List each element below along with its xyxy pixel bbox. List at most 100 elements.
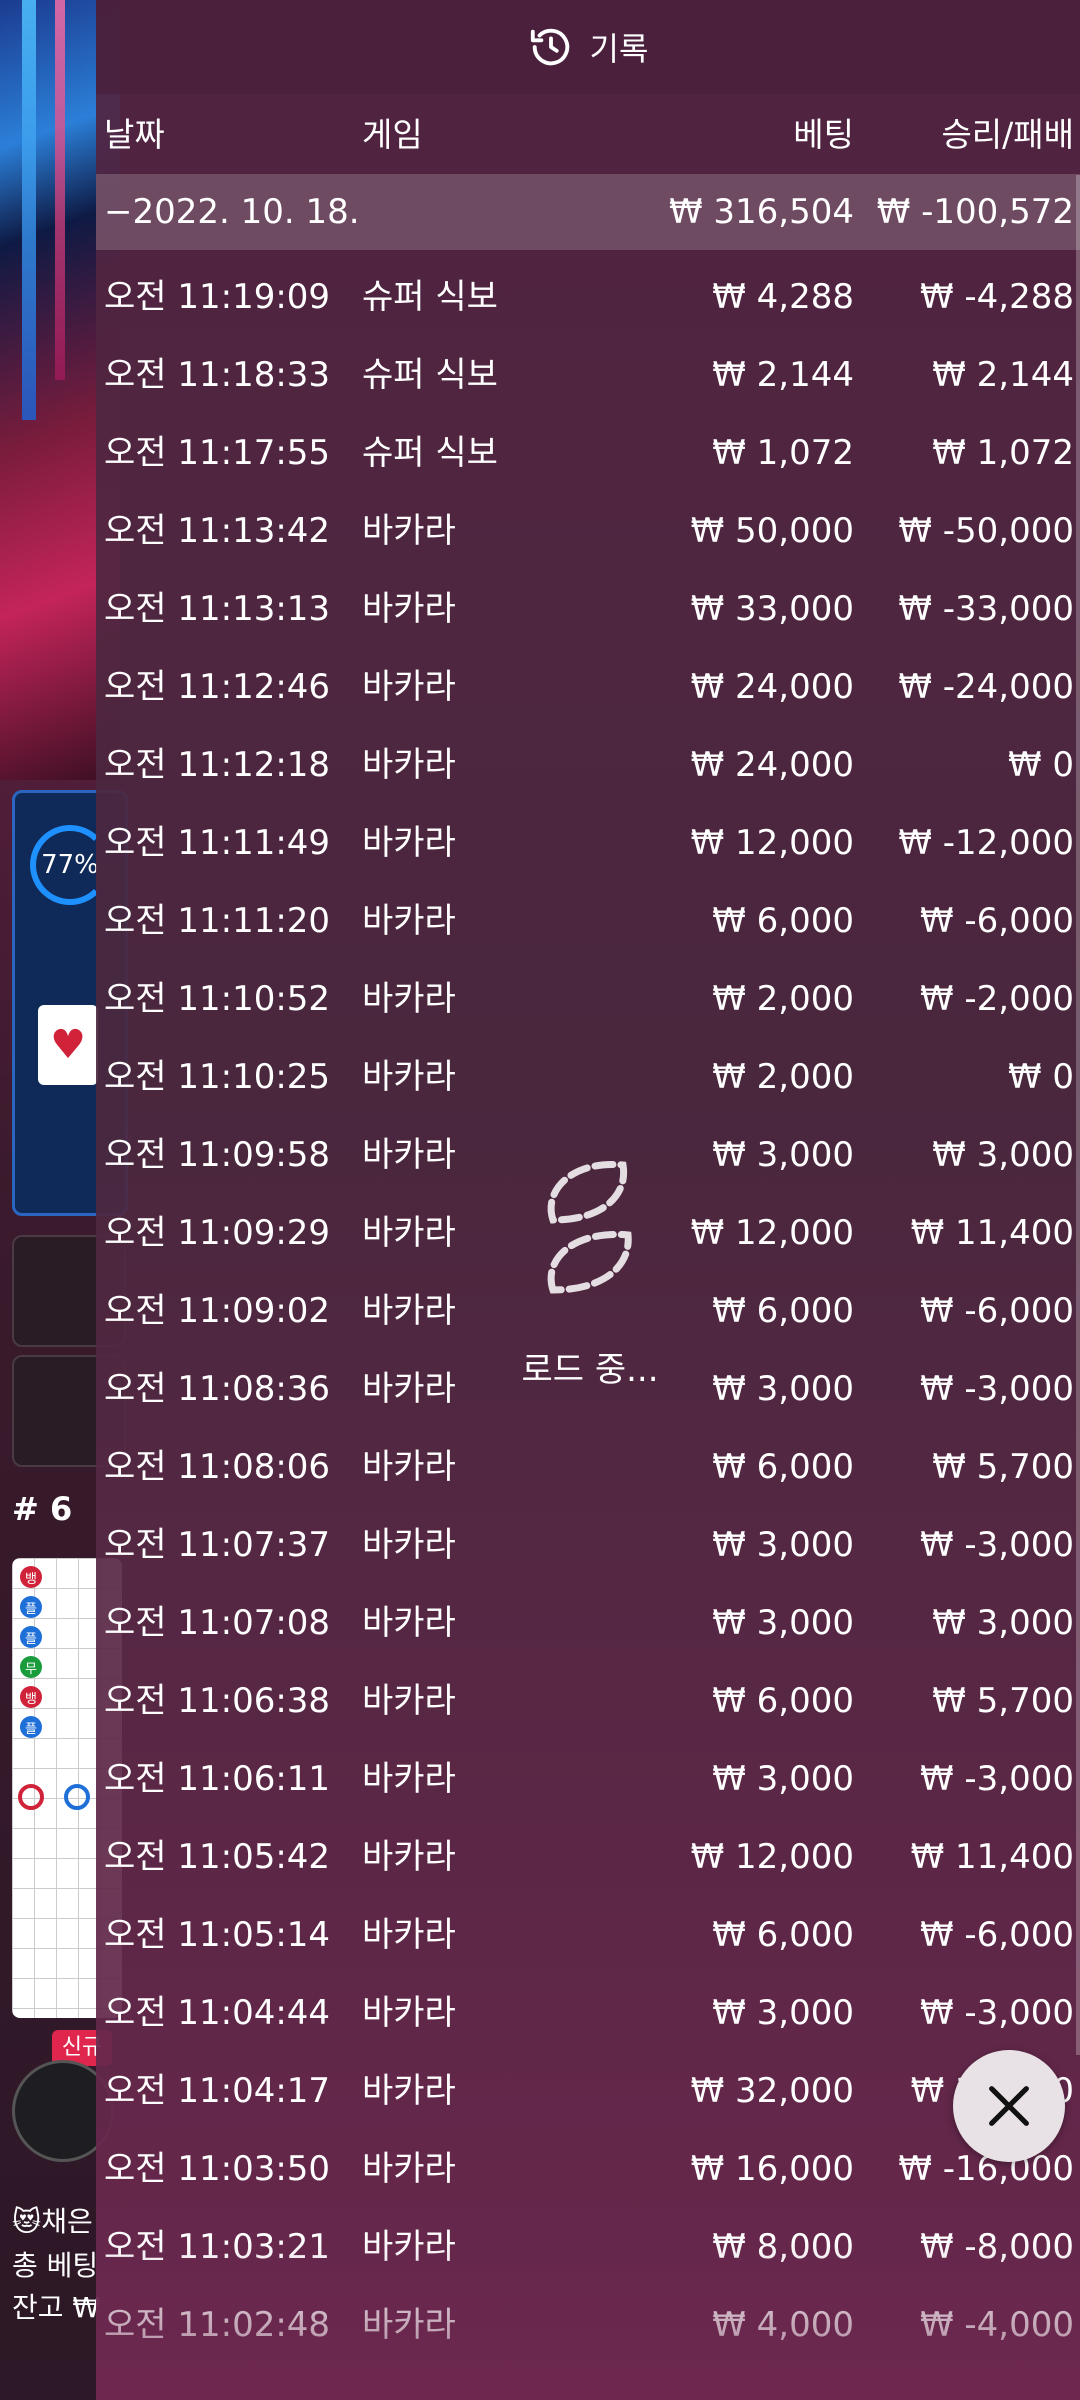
row-result: ₩ -6,000 — [919, 1915, 1074, 1955]
history-row[interactable]: 오전 11:05:42 바카라 ₩ 12,000 ₩ 11,400 — [96, 1818, 1080, 1896]
row-game: 바카라 — [362, 1993, 456, 2033]
row-result: ₩ -33,000 — [898, 589, 1074, 629]
row-game: 바카라 — [362, 745, 456, 785]
player-dot: 플 — [20, 1596, 42, 1618]
row-time: 오전 11:04:17 — [104, 2071, 331, 2111]
history-row[interactable]: 오전 11:11:20 바카라 ₩ 6,000 ₩ -6,000 — [96, 882, 1080, 960]
row-bet: ₩ 33,000 — [690, 589, 854, 629]
row-bet: ₩ 6,000 — [712, 901, 854, 941]
history-row[interactable]: 오전 11:05:14 바카라 ₩ 6,000 ₩ -6,000 — [96, 1896, 1080, 1974]
history-row[interactable]: 오전 11:07:37 바카라 ₩ 3,000 ₩ -3,000 — [96, 1506, 1080, 1584]
row-result: ₩ -3,000 — [919, 1759, 1074, 1799]
row-game: 바카라 — [362, 1447, 456, 1487]
row-time: 오전 11:07:37 — [104, 1525, 331, 1565]
history-row[interactable]: 오전 11:19:09 슈퍼 식보 ₩ 4,288 ₩ -4,288 — [96, 258, 1080, 336]
history-row[interactable]: 오전 11:10:52 바카라 ₩ 2,000 ₩ -2,000 — [96, 960, 1080, 1038]
history-row[interactable]: 오전 11:07:08 바카라 ₩ 3,000 ₩ 3,000 — [96, 1584, 1080, 1662]
tie-dot: 무 — [20, 1656, 42, 1678]
row-bet: ₩ 50,000 — [690, 511, 854, 551]
row-time: 오전 11:10:25 — [104, 1057, 331, 1097]
chat-line: 😻채은 — [12, 2205, 93, 2238]
player-dot: 플 — [20, 1716, 42, 1738]
row-result: ₩ -6,000 — [919, 1291, 1074, 1331]
history-row[interactable]: 오전 11:10:25 바카라 ₩ 2,000 ₩ 0 — [96, 1038, 1080, 1116]
row-bet: ₩ 4,288 — [712, 277, 854, 317]
column-header-bet: 베팅 — [793, 115, 854, 154]
row-bet: ₩ 24,000 — [690, 745, 854, 785]
row-time: 오전 11:13:42 — [104, 511, 331, 551]
player-dot: 플 — [20, 1626, 42, 1648]
row-game: 바카라 — [362, 1837, 456, 1877]
row-bet: ₩ 3,000 — [712, 1135, 854, 1175]
row-game: 바카라 — [362, 1603, 456, 1643]
history-row[interactable]: 오전 11:12:46 바카라 ₩ 24,000 ₩ -24,000 — [96, 648, 1080, 726]
row-game: 바카라 — [362, 2149, 456, 2189]
row-result: ₩ 3,000 — [932, 1135, 1074, 1175]
row-time: 오전 11:12:18 — [104, 745, 331, 785]
panel-title: 기록 — [589, 30, 649, 68]
row-game: 바카라 — [362, 1525, 456, 1565]
row-game: 바카라 — [362, 1291, 456, 1331]
row-game: 바카라 — [362, 2071, 456, 2111]
total-bet-label: 총 베팅 — [12, 2249, 99, 2282]
row-result: ₩ -3,000 — [919, 1993, 1074, 2033]
row-bet: ₩ 6,000 — [712, 1681, 854, 1721]
row-result: ₩ -6,000 — [919, 901, 1074, 941]
banker-ring — [18, 1784, 44, 1810]
column-header-date: 날짜 — [104, 115, 165, 154]
history-row[interactable]: 오전 11:18:33 슈퍼 식보 ₩ 2,144 ₩ 2,144 — [96, 336, 1080, 414]
row-bet: ₩ 1,072 — [712, 433, 854, 473]
column-header-result: 승리/패배 — [941, 115, 1074, 154]
history-row[interactable]: 오전 11:04:44 바카라 ₩ 3,000 ₩ -3,000 — [96, 1974, 1080, 2052]
row-game: 바카라 — [362, 589, 456, 629]
row-time: 오전 11:11:49 — [104, 823, 331, 863]
bottom-fade — [96, 2240, 1080, 2400]
history-row[interactable]: 오전 11:03:50 바카라 ₩ 16,000 ₩ -16,000 — [96, 2130, 1080, 2208]
row-time: 오전 11:03:50 — [104, 2149, 331, 2189]
row-game: 바카라 — [362, 979, 456, 1019]
row-result: ₩ 0 — [1007, 1057, 1074, 1097]
history-row[interactable]: 오전 11:04:17바카라₩ 32,000₩ 32,000 — [96, 2052, 1080, 2130]
row-result: ₩ 1,072 — [932, 433, 1074, 473]
player-ring — [64, 1784, 90, 1810]
row-result: ₩ -3,000 — [919, 1525, 1074, 1565]
history-row[interactable]: 오전 11:12:18 바카라 ₩ 24,000 ₩ 0 — [96, 726, 1080, 804]
scrollbar[interactable] — [1076, 175, 1080, 2055]
row-time: 오전 11:10:52 — [104, 979, 331, 1019]
date-group-row[interactable]: −2022. 10. 18. ₩ 316,504 ₩ -100,572 — [96, 174, 1080, 250]
history-row[interactable]: 오전 11:13:42 바카라 ₩ 50,000 ₩ -50,000 — [96, 492, 1080, 570]
row-bet: ₩ 2,000 — [712, 1057, 854, 1097]
row-time: 오전 11:08:06 — [104, 1447, 331, 1487]
row-result: ₩ 0 — [1007, 745, 1074, 785]
history-row[interactable]: 오전 11:06:38 바카라 ₩ 6,000 ₩ 5,700 — [96, 1662, 1080, 1740]
row-result: ₩ 5,700 — [932, 1447, 1074, 1487]
row-result: ₩ -4,288 — [919, 277, 1074, 317]
history-row[interactable]: 오전 11:08:06 바카라 ₩ 6,000 ₩ 5,700 — [96, 1428, 1080, 1506]
row-time: 오전 11:13:13 — [104, 589, 331, 629]
row-bet: ₩ 12,000 — [690, 823, 854, 863]
row-bet: ₩ 12,000 — [690, 1837, 854, 1877]
history-row[interactable]: 오전 11:06:11 바카라 ₩ 3,000 ₩ -3,000 — [96, 1740, 1080, 1818]
row-game: 바카라 — [362, 511, 456, 551]
row-game: 바카라 — [362, 1915, 456, 1955]
history-icon — [530, 28, 569, 66]
close-button[interactable] — [953, 2050, 1065, 2162]
row-time: 오전 11:06:38 — [104, 1681, 331, 1721]
date-group-bet: ₩ 316,504 — [668, 192, 854, 232]
loading-spinner-icon — [547, 1160, 632, 1294]
row-time: 오전 11:18:33 — [104, 355, 331, 395]
history-row[interactable]: 오전 11:11:49 바카라 ₩ 12,000 ₩ -12,000 — [96, 804, 1080, 882]
row-result: ₩ 2,144 — [932, 355, 1074, 395]
row-time: 오전 11:05:42 — [104, 1837, 331, 1877]
road-label: # 6 — [12, 1490, 73, 1528]
row-result: ₩ -50,000 — [898, 511, 1074, 551]
history-row[interactable]: 오전 11:17:55 슈퍼 식보 ₩ 1,072 ₩ 1,072 — [96, 414, 1080, 492]
row-time: 오전 11:09:29 — [104, 1213, 331, 1253]
banker-dot: 뱅 — [20, 1686, 42, 1708]
row-result: ₩ 5,700 — [932, 1681, 1074, 1721]
history-row[interactable]: 오전 11:13:13 바카라 ₩ 33,000 ₩ -33,000 — [96, 570, 1080, 648]
row-game: 바카라 — [362, 1135, 456, 1175]
row-time: 오전 11:17:55 — [104, 433, 331, 473]
row-game: 슈퍼 식보 — [362, 355, 498, 395]
row-bet: ₩ 24,000 — [690, 667, 854, 707]
